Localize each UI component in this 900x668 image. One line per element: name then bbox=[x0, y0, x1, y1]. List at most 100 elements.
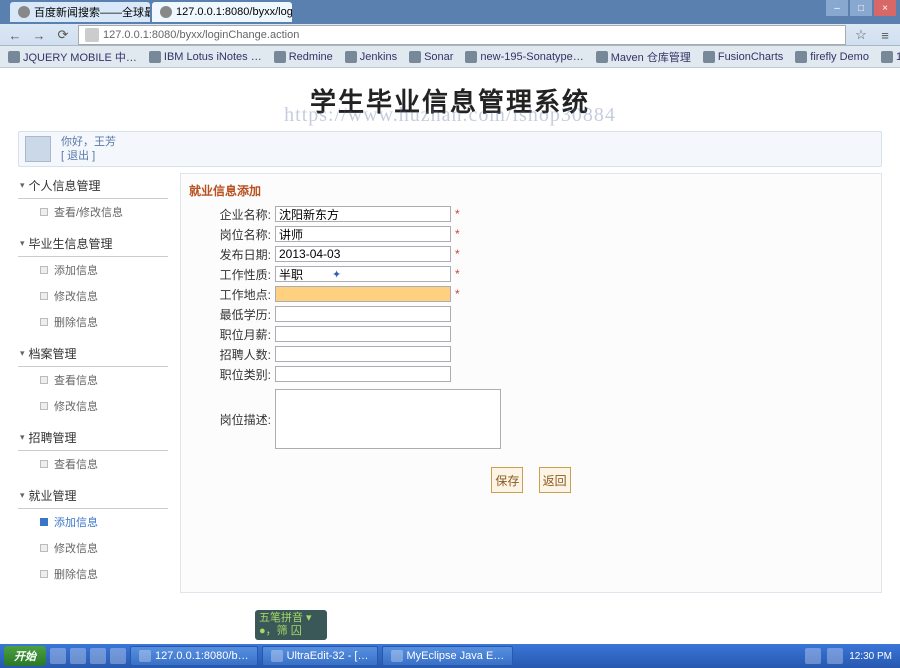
quicklaunch-icon[interactable] bbox=[110, 648, 126, 664]
sidebar-item[interactable]: 修改信息 bbox=[18, 283, 168, 309]
position-input[interactable] bbox=[275, 226, 451, 242]
taskbar-app-ultraedit[interactable]: UltraEdit-32 - [… bbox=[262, 646, 378, 666]
user-greeting: 你好，王芳 bbox=[61, 135, 116, 149]
date-input[interactable] bbox=[275, 246, 451, 262]
bookmark-item[interactable]: IBM Lotus iNotes … bbox=[149, 51, 262, 63]
sidebar-item[interactable]: 修改信息 bbox=[18, 535, 168, 561]
address-bar: ← → ⟳ 127.0.0.1:8080/byxx/loginChange.ac… bbox=[0, 24, 900, 46]
maximize-button[interactable]: □ bbox=[850, 0, 872, 16]
ime-controls: ●，筛 囚 bbox=[259, 625, 323, 638]
browser-tab[interactable]: 百度新闻搜索——全球最大 bbox=[10, 2, 150, 22]
bookmark-item[interactable]: Jenkins bbox=[345, 51, 397, 63]
salary-input[interactable] bbox=[275, 326, 451, 342]
bullet-icon bbox=[40, 376, 48, 384]
sidebar-group-graduate[interactable]: ▾毕业生信息管理 bbox=[18, 231, 168, 257]
sidebar-item[interactable]: 修改信息 bbox=[18, 393, 168, 419]
sidebar-item[interactable]: 添加信息 bbox=[18, 257, 168, 283]
label-category: 职位类别: bbox=[189, 366, 275, 383]
description-textarea[interactable] bbox=[275, 389, 501, 449]
menu-icon[interactable]: ≡ bbox=[876, 26, 894, 44]
close-window-button[interactable]: × bbox=[874, 0, 896, 16]
label-location: 工作地点: bbox=[189, 286, 275, 303]
browser-tab-active[interactable]: 127.0.0.1:8080/byxx/logi bbox=[152, 2, 292, 22]
sidebar-group-personal[interactable]: ▾个人信息管理 bbox=[18, 173, 168, 199]
sidebar-group-employment[interactable]: ▾就业管理 bbox=[18, 483, 168, 509]
sidebar-item[interactable]: 查看信息 bbox=[18, 451, 168, 477]
location-input[interactable] bbox=[275, 286, 451, 302]
label-position: 岗位名称: bbox=[189, 226, 275, 243]
category-input[interactable] bbox=[275, 366, 451, 382]
button-row: 保存 返回 bbox=[189, 467, 873, 493]
sidebar-group-recruit[interactable]: ▾招聘管理 bbox=[18, 425, 168, 451]
tab-favicon-icon bbox=[160, 6, 172, 18]
bullet-icon bbox=[40, 518, 48, 526]
sidebar-item[interactable]: 查看/修改信息 bbox=[18, 199, 168, 225]
taskbar-app-browser[interactable]: 127.0.0.1:8080/b… bbox=[130, 646, 258, 666]
system-tray: 12:30 PM bbox=[801, 648, 896, 664]
bookmark-item[interactable]: Maven 仓库管理 bbox=[596, 49, 691, 65]
bookmark-item[interactable]: new-195-Sonatype… bbox=[465, 51, 583, 63]
sidebar-item[interactable]: 删除信息 bbox=[18, 561, 168, 587]
sidebar-group-archive[interactable]: ▾档案管理 bbox=[18, 341, 168, 367]
taskbar: 开始 127.0.0.1:8080/b… UltraEdit-32 - [… M… bbox=[0, 644, 900, 668]
minimize-button[interactable]: – bbox=[826, 0, 848, 16]
reload-button[interactable]: ⟳ bbox=[54, 26, 72, 44]
panel-title: 就业信息添加 bbox=[189, 180, 873, 205]
back-button[interactable]: ← bbox=[6, 26, 24, 44]
content-panel: 就业信息添加 企业名称:* 岗位名称:* 发布日期:* 工作性质:* ✦ 工作地… bbox=[180, 173, 882, 593]
window-controls: – □ × bbox=[826, 0, 896, 16]
bullet-icon bbox=[40, 266, 48, 274]
bullet-icon bbox=[40, 318, 48, 326]
bookmark-item[interactable]: firefly Demo bbox=[795, 51, 869, 63]
bookmark-icon bbox=[345, 51, 357, 63]
bookmark-icon bbox=[8, 51, 20, 63]
count-input[interactable] bbox=[275, 346, 451, 362]
avatar bbox=[25, 136, 51, 162]
bookmark-item[interactable]: Redmine bbox=[274, 51, 333, 63]
label-company: 企业名称: bbox=[189, 206, 275, 223]
caret-down-icon: ▾ bbox=[20, 238, 25, 249]
bullet-icon bbox=[40, 460, 48, 468]
bullet-icon bbox=[40, 292, 48, 300]
save-button[interactable]: 保存 bbox=[491, 467, 523, 493]
tray-icon[interactable] bbox=[827, 648, 843, 664]
bookmark-icon bbox=[274, 51, 286, 63]
tray-icon[interactable] bbox=[805, 648, 821, 664]
back-button[interactable]: 返回 bbox=[539, 467, 571, 493]
user-info-bar: 你好，王芳 [ 退出 ] bbox=[18, 131, 882, 167]
quicklaunch-icon[interactable] bbox=[50, 648, 66, 664]
bookmark-item[interactable]: 123.127.237.199:… bbox=[881, 51, 900, 63]
url-input[interactable]: 127.0.0.1:8080/byxx/loginChange.action bbox=[78, 25, 846, 45]
caret-down-icon: ▾ bbox=[20, 180, 25, 191]
sidebar-item-add[interactable]: 添加信息 bbox=[18, 509, 168, 535]
quicklaunch-icon[interactable] bbox=[70, 648, 86, 664]
label-worktype: 工作性质: bbox=[189, 266, 275, 283]
worktype-input[interactable] bbox=[275, 266, 451, 282]
ime-toolbar[interactable]: 五笔拼音 ▾ ●，筛 囚 bbox=[255, 610, 327, 640]
start-button[interactable]: 开始 bbox=[4, 646, 46, 666]
required-mark: * bbox=[455, 207, 460, 221]
url-text: 127.0.0.1:8080/byxx/loginChange.action bbox=[103, 29, 299, 41]
company-input[interactable] bbox=[275, 206, 451, 222]
sidebar-item[interactable]: 删除信息 bbox=[18, 309, 168, 335]
tab-title: 百度新闻搜索——全球最大 bbox=[34, 4, 150, 20]
bookmark-item[interactable]: FusionCharts bbox=[703, 51, 783, 63]
taskbar-app-myeclipse[interactable]: MyEclipse Java E… bbox=[382, 646, 514, 666]
forward-button[interactable]: → bbox=[30, 26, 48, 44]
bookmark-item[interactable]: JQUERY MOBILE 中… bbox=[8, 49, 137, 65]
tab-favicon-icon bbox=[18, 6, 30, 18]
education-input[interactable] bbox=[275, 306, 451, 322]
bullet-icon bbox=[40, 544, 48, 552]
caret-down-icon: ▾ bbox=[20, 348, 25, 359]
quicklaunch-icon[interactable] bbox=[90, 648, 106, 664]
label-salary: 职位月薪: bbox=[189, 326, 275, 343]
sidebar-item[interactable]: 查看信息 bbox=[18, 367, 168, 393]
browser-tab-bar: 百度新闻搜索——全球最大 127.0.0.1:8080/byxx/logi bbox=[0, 0, 900, 24]
label-description: 岗位描述: bbox=[189, 389, 275, 428]
bookmark-item[interactable]: Sonar bbox=[409, 51, 453, 63]
tab-title: 127.0.0.1:8080/byxx/logi bbox=[176, 6, 292, 18]
bookmark-star-icon[interactable]: ☆ bbox=[852, 26, 870, 44]
watermark-text: https://www.huzhan.com/ishop30884 bbox=[284, 104, 616, 127]
bullet-icon bbox=[40, 208, 48, 216]
logout-link[interactable]: [ 退出 ] bbox=[61, 150, 95, 162]
